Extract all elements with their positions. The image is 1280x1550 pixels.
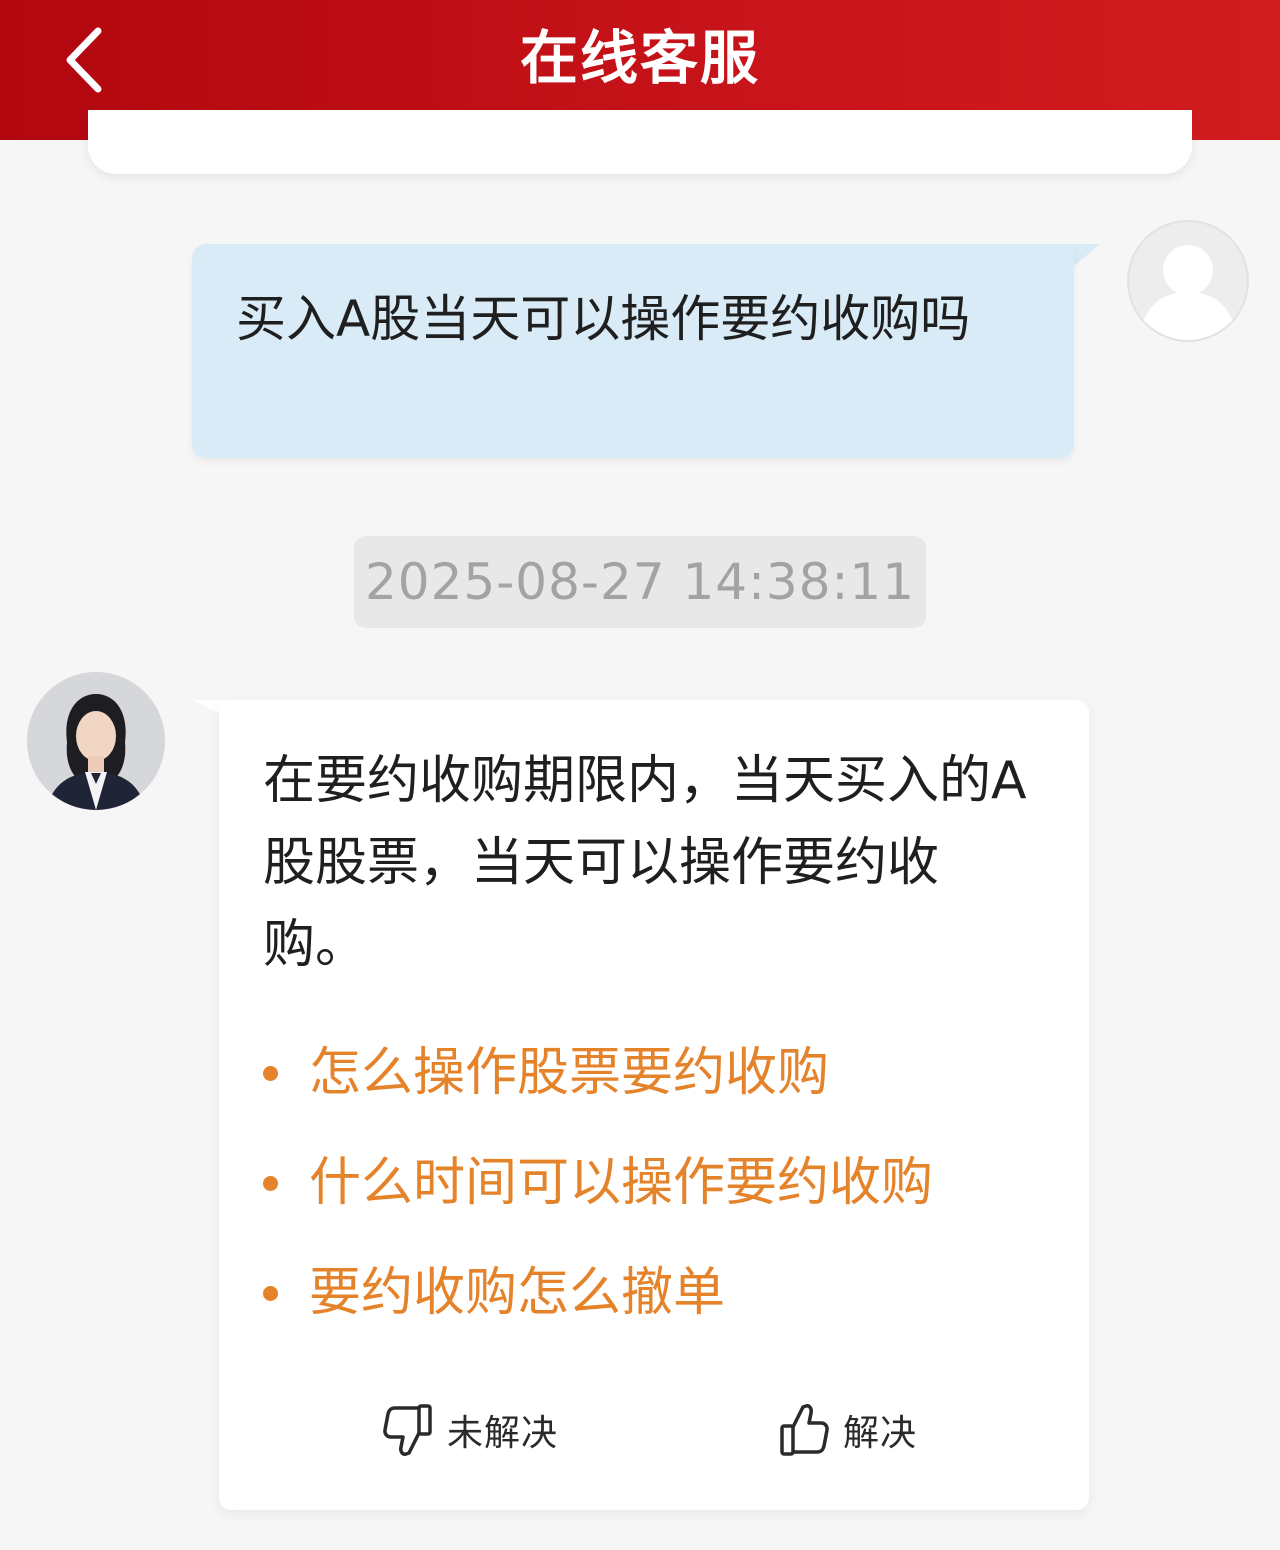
suggested-question-label: 怎么操作股票要约收购	[309, 1043, 830, 1103]
user-message-bubble: 买入A股当天可以操作要约收购吗	[192, 244, 1074, 458]
page-title: 在线客服	[519, 24, 760, 92]
thumbs-down-icon	[383, 1404, 432, 1456]
solved-label: 解决	[843, 1413, 918, 1454]
suggested-question[interactable]: 要约收购怎么撤单	[263, 1238, 1039, 1348]
message-timestamp: 2025-08-27 14:38:11	[354, 536, 926, 628]
suggested-questions: 怎么操作股票要约收购 什么时间可以操作要约收购 要约收购怎么撤单	[263, 1018, 1039, 1348]
agent-avatar[interactable]	[27, 672, 165, 810]
suggested-question-label: 要约收购怎么撤单	[309, 1263, 726, 1323]
user-message-text: 买入A股当天可以操作要约收购吗	[236, 290, 971, 348]
suggested-question[interactable]: 怎么操作股票要约收购	[263, 1018, 1039, 1128]
user-avatar-icon	[1129, 222, 1247, 340]
agent-portrait-icon	[27, 672, 165, 810]
agent-message-text: 在要约收购期限内，当天买入的A股股票，当天可以操作要约收购。	[263, 751, 1027, 975]
suggested-question-label: 什么时间可以操作要约收购	[309, 1153, 934, 1213]
bullet-icon	[263, 1285, 278, 1301]
feedback-bar: 未解决 解决	[219, 1400, 1089, 1460]
solved-button[interactable]: 解决	[779, 1400, 917, 1460]
unsolved-label: 未解决	[447, 1413, 559, 1454]
suggested-question[interactable]: 什么时间可以操作要约收购	[263, 1128, 1039, 1238]
bullet-icon	[263, 1065, 278, 1081]
unsolved-button[interactable]: 未解决	[383, 1400, 558, 1460]
user-avatar[interactable]	[1127, 220, 1249, 342]
previous-message-card	[88, 110, 1192, 174]
bullet-icon	[263, 1175, 278, 1191]
thumbs-up-icon	[780, 1404, 829, 1456]
agent-message-bubble: 在要约收购期限内，当天买入的A股股票，当天可以操作要约收购。 怎么操作股票要约收…	[219, 700, 1089, 1510]
